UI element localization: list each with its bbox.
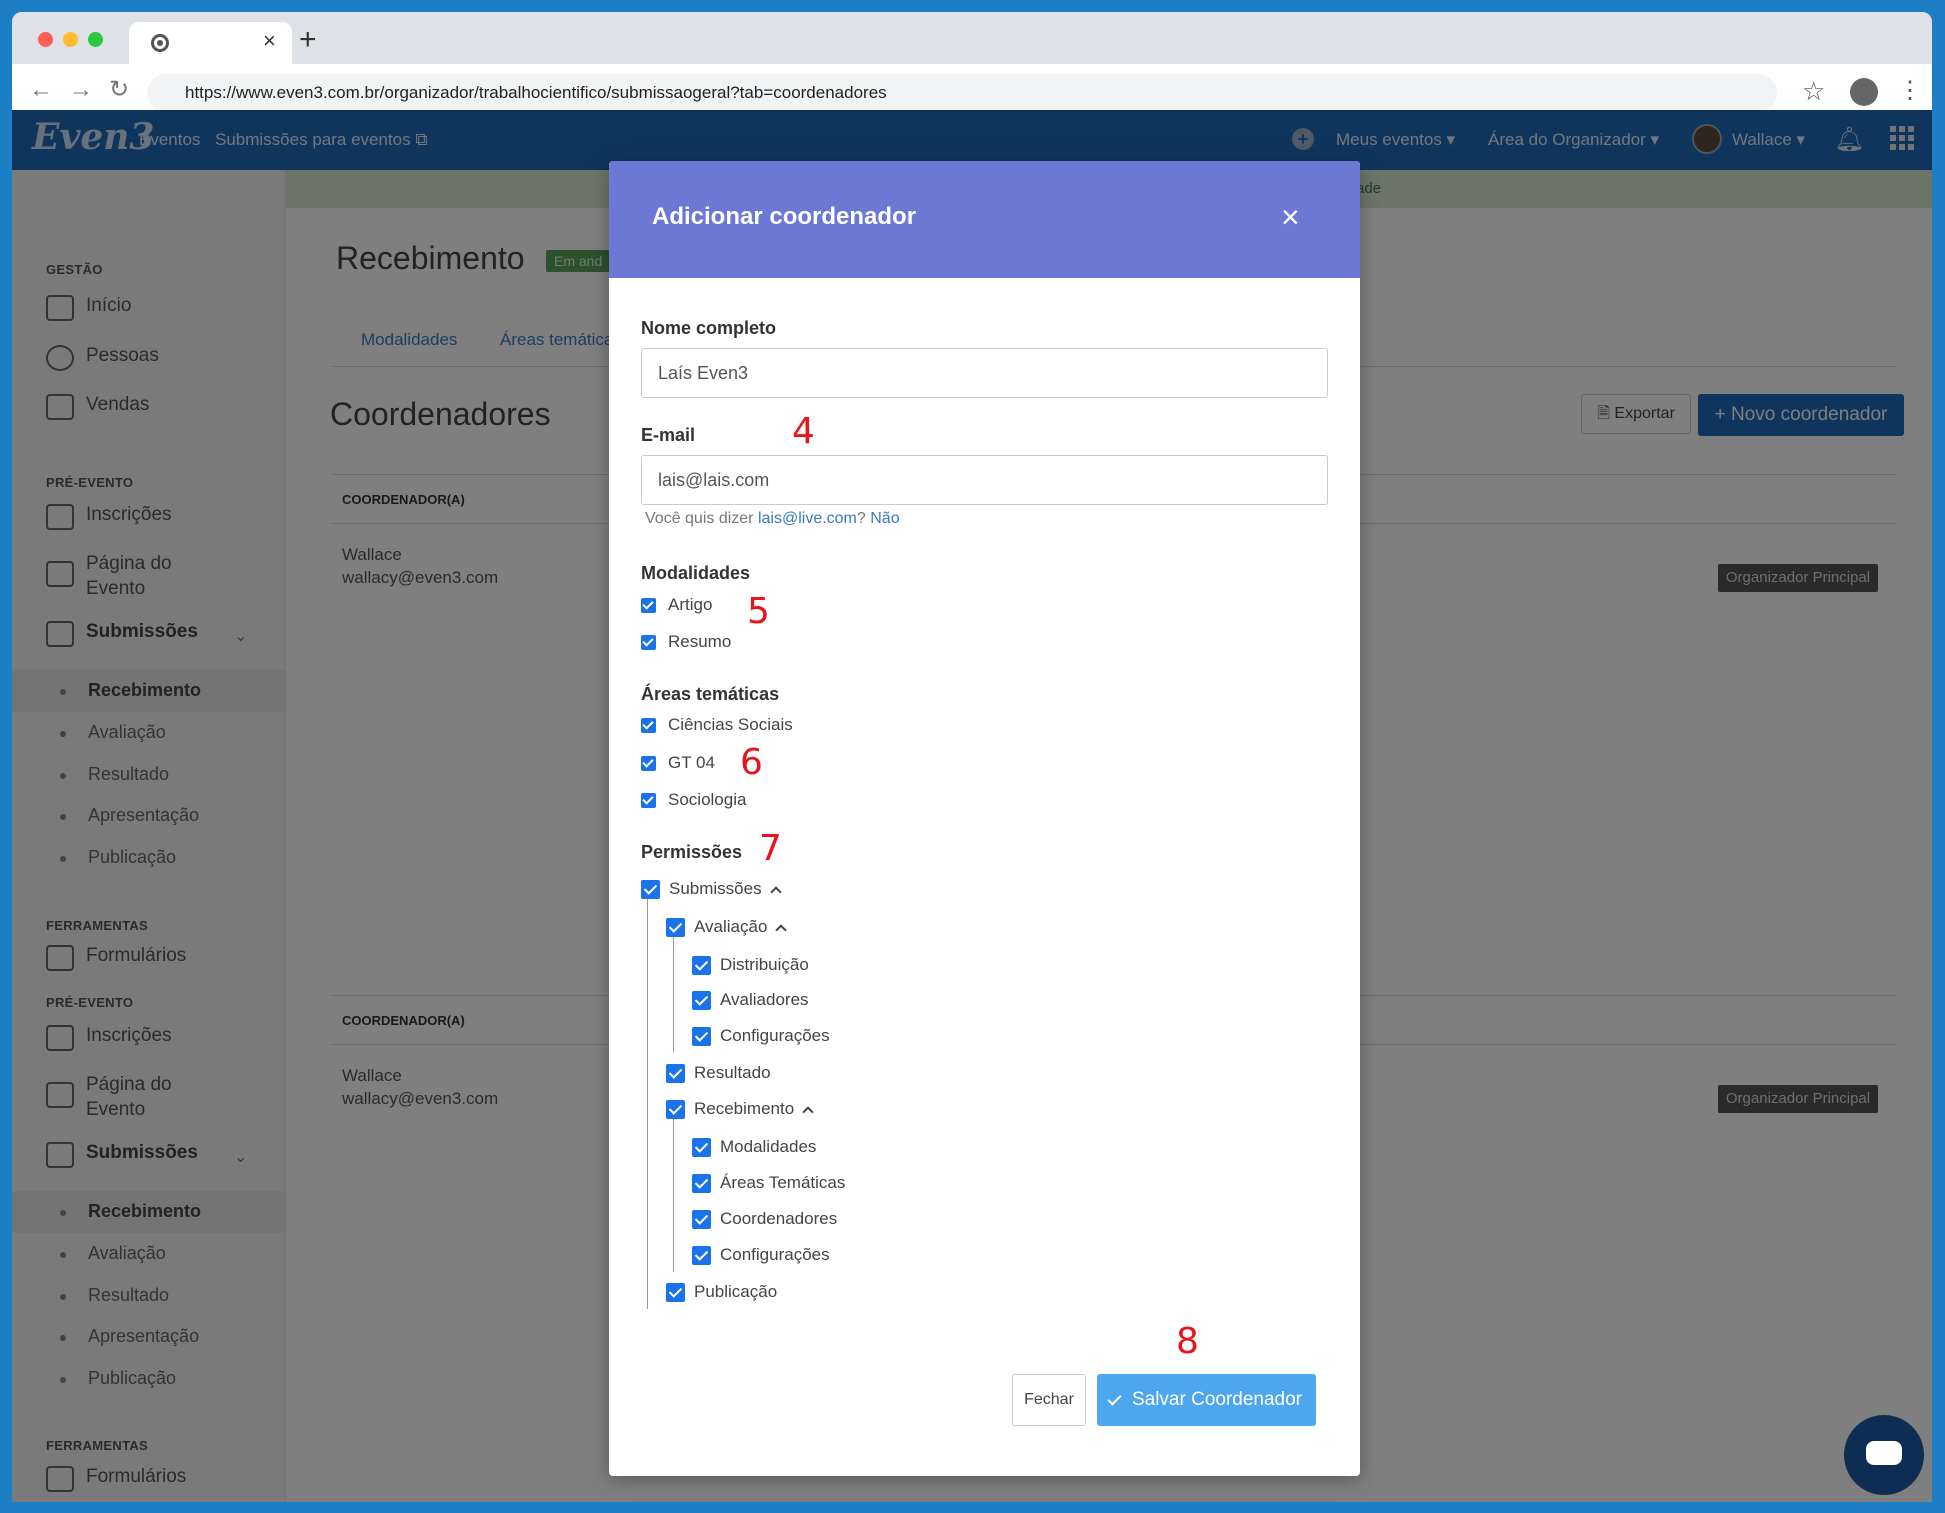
permissoes-label: Permissões xyxy=(641,842,743,862)
perm-modalidades[interactable]: Modalidades xyxy=(692,1137,816,1157)
reload-icon[interactable]: ↻ xyxy=(109,78,129,102)
url-field[interactable]: https://www.even3.com.br/organizador/tra… xyxy=(147,74,1777,112)
checkbox-label: Áreas Temáticas xyxy=(720,1173,846,1192)
checkbox-label: Publicação xyxy=(694,1282,778,1301)
save-label: Salvar Coordenador xyxy=(1131,1389,1303,1410)
modal-title: Adicionar coordenador xyxy=(652,203,917,230)
chevron-up-icon[interactable] xyxy=(802,1105,814,1118)
checkbox-resumo[interactable]: Resumo xyxy=(641,632,731,652)
perm-avaliadores[interactable]: Avaliadores xyxy=(692,990,809,1010)
save-coordinator-button[interactable]: Salvar Coordenador xyxy=(1097,1374,1316,1426)
email-label: E-mail xyxy=(641,425,696,445)
browser-tab[interactable]: × xyxy=(129,22,292,64)
add-coordinator-modal: Adicionar coordenador × Nome completo La… xyxy=(609,161,1360,1476)
checkbox-checked[interactable] xyxy=(692,1137,711,1157)
checkbox-checked[interactable] xyxy=(692,1173,711,1193)
nome-label: Nome completo xyxy=(641,318,777,338)
checkbox-gt04[interactable]: GT 04 xyxy=(641,753,715,773)
browser-menu-icon[interactable]: ⋮ xyxy=(1898,76,1922,105)
perm-publicacao[interactable]: Publicação xyxy=(666,1282,777,1302)
checkbox-label: Configurações xyxy=(720,1026,830,1045)
maximize-window-button[interactable] xyxy=(88,32,103,47)
email-input[interactable]: lais@lais.com xyxy=(641,455,1328,505)
forward-arrow-icon[interactable]: → xyxy=(69,78,93,102)
checkbox-sociologia[interactable]: Sociologia xyxy=(641,790,746,810)
checkbox-checked[interactable] xyxy=(666,1099,685,1119)
areas-label: Áreas temáticas xyxy=(641,684,780,704)
perm-resultado[interactable]: Resultado xyxy=(666,1063,771,1083)
checkbox-label: Ciências Sociais xyxy=(668,715,793,734)
annotation-8: 8 xyxy=(1176,1321,1199,1362)
checkbox-checked[interactable] xyxy=(641,879,660,899)
suggestion-link[interactable]: lais@live.com xyxy=(758,510,857,527)
checkbox-ciencias-sociais[interactable]: Ciências Sociais xyxy=(641,715,793,735)
close-icon[interactable]: × xyxy=(1281,201,1300,233)
checkbox-checked[interactable] xyxy=(641,634,656,650)
perm-avaliacao[interactable]: Avaliação xyxy=(666,917,788,937)
checkbox-label: Resultado xyxy=(694,1063,771,1082)
checkbox-checked[interactable] xyxy=(692,955,711,975)
close-window-button[interactable] xyxy=(38,32,53,47)
checkbox-checked[interactable] xyxy=(692,1209,711,1229)
chevron-up-icon[interactable] xyxy=(769,885,782,898)
checkbox-label: Avaliadores xyxy=(720,990,809,1009)
chevron-up-icon[interactable] xyxy=(775,923,788,936)
hint-text: Você quis dizer xyxy=(645,510,758,527)
checkbox-label: Submissões xyxy=(669,879,762,898)
checkbox-label: Distribuição xyxy=(720,955,809,974)
tab-close-icon[interactable]: × xyxy=(263,28,276,54)
checkbox-label: Modalidades xyxy=(720,1137,817,1156)
perm-coordenadores[interactable]: Coordenadores xyxy=(692,1209,837,1229)
checkbox-label: Configurações xyxy=(720,1245,830,1264)
checkbox-artigo[interactable]: Artigo xyxy=(641,595,712,615)
perm-configuracoes-recebimento[interactable]: Configurações xyxy=(692,1245,830,1265)
checkbox-label: Artigo xyxy=(668,595,713,614)
checkbox-checked[interactable] xyxy=(666,917,685,937)
checkbox-checked[interactable] xyxy=(641,792,656,808)
annotation-4: 4 xyxy=(792,411,815,452)
checkbox-label: GT 04 xyxy=(668,753,715,772)
checkbox-checked[interactable] xyxy=(692,1026,711,1046)
chrome-favicon-icon xyxy=(151,34,169,52)
checkbox-checked[interactable] xyxy=(692,990,711,1010)
close-button[interactable]: Fechar xyxy=(1012,1374,1086,1426)
perm-configuracoes-avaliacao[interactable]: Configurações xyxy=(692,1026,830,1046)
perm-recebimento[interactable]: Recebimento xyxy=(666,1099,814,1119)
checkbox-label: Avaliação xyxy=(694,917,768,936)
checkbox-label: Resumo xyxy=(668,632,732,651)
dismiss-suggestion-link[interactable]: Não xyxy=(870,510,899,527)
checkbox-checked[interactable] xyxy=(641,755,656,771)
tree-connector xyxy=(673,1116,674,1272)
nome-input[interactable]: Laís Even3 xyxy=(641,348,1328,398)
tree-connector xyxy=(673,934,674,1052)
perm-submissoes[interactable]: Submissões xyxy=(641,879,782,899)
checkbox-checked[interactable] xyxy=(666,1063,685,1083)
checkbox-label: Sociologia xyxy=(668,790,747,809)
bookmark-star-icon[interactable]: ☆ xyxy=(1802,76,1825,107)
annotation-5: 5 xyxy=(747,591,770,632)
modal-header: Adicionar coordenador × xyxy=(609,161,1360,278)
modalidades-label: Modalidades xyxy=(641,563,751,583)
annotation-6: 6 xyxy=(740,742,763,783)
minimize-window-button[interactable] xyxy=(63,32,78,47)
browser-window: × + ← → ↻ https://www.even3.com.br/organ… xyxy=(12,12,1932,1502)
chat-bubble-icon[interactable] xyxy=(1844,1415,1924,1495)
check-icon xyxy=(1107,1391,1122,1406)
checkbox-label: Recebimento xyxy=(694,1099,795,1118)
back-arrow-icon[interactable]: ← xyxy=(29,78,53,102)
hint-text: ? xyxy=(856,510,871,527)
new-tab-button[interactable]: + xyxy=(299,25,317,55)
profile-icon[interactable] xyxy=(1850,78,1878,106)
checkbox-checked[interactable] xyxy=(692,1245,711,1265)
checkbox-checked[interactable] xyxy=(641,597,656,613)
annotation-7: 7 xyxy=(759,828,782,869)
checkbox-label: Coordenadores xyxy=(720,1209,838,1228)
tab-bar: × + xyxy=(12,12,1932,64)
email-suggestion: Você quis dizer lais@live.com? Não xyxy=(645,510,900,528)
checkbox-checked[interactable] xyxy=(666,1282,685,1302)
checkbox-checked[interactable] xyxy=(641,717,656,733)
perm-areas-tematicas[interactable]: Áreas Temáticas xyxy=(692,1173,845,1193)
perm-distribuicao[interactable]: Distribuição xyxy=(692,955,809,975)
tree-connector xyxy=(647,897,648,1309)
